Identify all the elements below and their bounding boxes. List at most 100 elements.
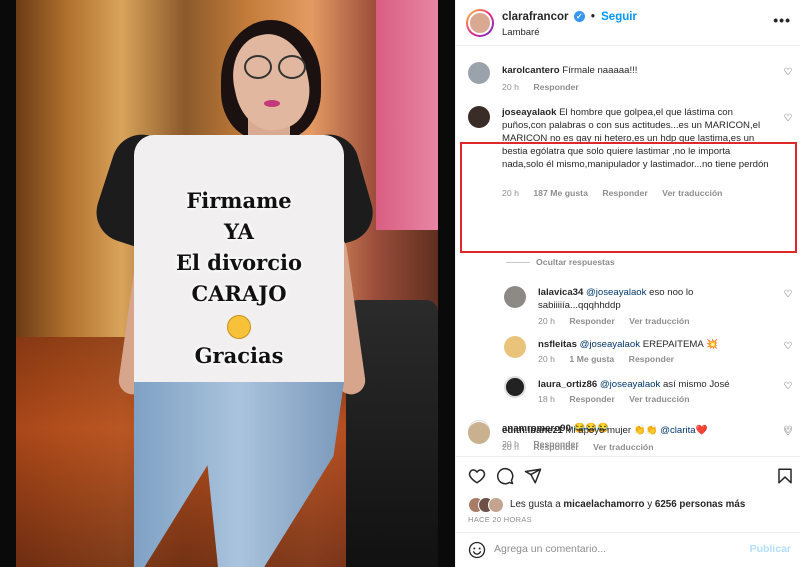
- avatar[interactable]: [504, 376, 526, 398]
- share-icon[interactable]: [524, 467, 542, 485]
- shirt-line-3: El divorcio: [176, 250, 302, 275]
- comment-body: lalavica34 @joseayalaok eso noo lo sabii…: [538, 286, 768, 312]
- shirt-line-2: YA: [224, 219, 254, 244]
- hide-replies-button[interactable]: Ocultar respuestas: [536, 257, 615, 267]
- comment-text: Mi apoyo mujer 👏👏: [565, 425, 658, 436]
- liker-avatars[interactable]: [468, 497, 508, 513]
- comment-time[interactable]: 20 h: [502, 82, 519, 92]
- comment-meta: 20 h Responder Ver traducción: [538, 316, 702, 326]
- heart-icon[interactable]: [468, 467, 486, 485]
- glasses: [244, 55, 308, 79]
- post-location[interactable]: Lambaré: [502, 27, 540, 38]
- reply-item: nsfleitas @joseayalaok EREPAITEMA 💥 20 h…: [456, 336, 800, 368]
- avatar[interactable]: [504, 286, 526, 308]
- comment-mention[interactable]: @clarita❤️: [660, 425, 707, 436]
- likes-count[interactable]: 6256 personas más: [655, 499, 745, 510]
- comment-body: nsfleitas @joseayalaok EREPAITEMA 💥: [538, 338, 768, 351]
- comment-body: edith.ibanez1 Mi apoyo mujer 👏👏 @clarita…: [502, 424, 772, 437]
- heart-icon[interactable]: ♡: [783, 68, 793, 78]
- author-username[interactable]: clarafrancor: [502, 11, 568, 23]
- emoji-icon[interactable]: [468, 541, 486, 559]
- smiling-face-icon: [227, 314, 251, 339]
- person-lips: [264, 100, 280, 107]
- shirt-line-4: CARAJO: [191, 281, 287, 306]
- comment-body: karolcantero Fírmale naaaaa!!!: [502, 64, 772, 77]
- likes-section: Les gusta a micaelachamorro y 6256 perso…: [456, 492, 800, 532]
- comment-time[interactable]: 18 h: [538, 394, 555, 404]
- comment-input[interactable]: Agrega un comentario...: [494, 543, 606, 555]
- reply-button[interactable]: Responder: [533, 442, 578, 452]
- avatar[interactable]: [504, 336, 526, 358]
- comment-username[interactable]: joseayalaok: [502, 107, 556, 118]
- comment-text: Fírmale naaaaa!!!: [562, 65, 638, 76]
- comment-meta: 20 h Responder Ver traducción: [502, 442, 666, 452]
- comments-list[interactable]: karolcantero Fírmale naaaaa!!! 20 h Resp…: [456, 46, 800, 456]
- shirt-line-5: Gracias: [194, 343, 284, 368]
- comment-text: así mismo José: [662, 379, 730, 390]
- post-side-panel: clarafrancor ✓ • Seguir Lambaré ••• karo…: [455, 0, 800, 567]
- post-media-area: Firmame YA El divorcio CARAJO Gracias: [0, 0, 455, 567]
- avatar[interactable]: [466, 9, 494, 37]
- reply-button[interactable]: Responder: [569, 316, 614, 326]
- post-photo[interactable]: Firmame YA El divorcio CARAJO Gracias: [16, 0, 438, 567]
- comment-meta: 18 h Responder Ver traducción: [538, 394, 702, 404]
- comment-likes[interactable]: 1 Me gusta: [569, 354, 614, 364]
- translate-button[interactable]: Ver traducción: [629, 394, 689, 404]
- likes-text: Les gusta a micaelachamorro y 6256 perso…: [510, 499, 745, 510]
- comment-body: laura_ortiz86 @joseayalaok así mismo Jos…: [538, 378, 768, 391]
- comment-composer: Agrega un comentario... Publicar: [456, 532, 800, 567]
- publish-button[interactable]: Publicar: [750, 543, 791, 555]
- comment-username[interactable]: laura_ortiz86: [538, 379, 597, 390]
- bookmark-icon[interactable]: [776, 467, 794, 485]
- heart-icon[interactable]: ♡: [783, 428, 793, 438]
- shirt-emoji: [134, 309, 344, 340]
- avatar[interactable]: [468, 106, 490, 128]
- avatar[interactable]: [468, 62, 490, 84]
- follow-button[interactable]: Seguir: [601, 11, 637, 23]
- comment-meta: 20 h 1 Me gusta Responder: [538, 354, 686, 364]
- photo-pink-cloth: [376, 0, 438, 230]
- comment-mention[interactable]: @joseayalaok: [600, 379, 660, 390]
- comment-username[interactable]: edith.ibanez1: [502, 425, 563, 436]
- avatar: [488, 497, 504, 513]
- comment-meta: 20 h Responder: [502, 82, 591, 92]
- heart-icon[interactable]: ♡: [783, 382, 793, 392]
- post-timestamp[interactable]: HACE 20 HORAS: [468, 515, 532, 524]
- comment-time[interactable]: 20 h: [502, 442, 519, 452]
- reply-item: laura_ortiz86 @joseayalaok así mismo Jos…: [456, 376, 800, 408]
- comment-username[interactable]: karolcantero: [502, 65, 560, 76]
- translate-button[interactable]: Ver traducción: [629, 316, 689, 326]
- comment-mention[interactable]: @joseayalaok: [580, 339, 640, 350]
- heart-icon[interactable]: ♡: [783, 114, 793, 124]
- comment-username[interactable]: nsfleitas: [538, 339, 577, 350]
- comment-username[interactable]: lalavica34: [538, 287, 583, 298]
- liker-username[interactable]: micaelachamorro: [563, 499, 644, 510]
- likes-prefix: Les gusta a: [510, 499, 564, 510]
- comment-mention[interactable]: @joseayalaok: [586, 287, 646, 298]
- hidden-replies-line: [506, 262, 530, 263]
- reply-button[interactable]: Responder: [533, 82, 578, 92]
- reply-button[interactable]: Responder: [629, 354, 674, 364]
- comment-item: karolcantero Fírmale naaaaa!!! 20 h Resp…: [456, 60, 800, 100]
- heart-icon[interactable]: ♡: [783, 342, 793, 352]
- heart-icon[interactable]: ♡: [783, 290, 793, 300]
- post-header: clarafrancor ✓ • Seguir Lambaré •••: [456, 0, 800, 46]
- verified-badge-icon: ✓: [573, 11, 585, 23]
- comment-item: edith.ibanez1 Mi apoyo mujer 👏👏 @clarita…: [456, 420, 800, 454]
- highlight-box: [460, 142, 797, 253]
- reply-item: lalavica34 @joseayalaok eso noo lo sabii…: [456, 284, 800, 326]
- header-user-row: clarafrancor ✓ • Seguir: [502, 11, 637, 23]
- shirt-line-1: Firmame: [186, 188, 292, 213]
- post-actions-bar: [456, 456, 800, 492]
- translate-button[interactable]: Ver traducción: [593, 442, 653, 452]
- avatar[interactable]: [468, 422, 490, 444]
- comment-time[interactable]: 20 h: [538, 316, 555, 326]
- comment-text: EREPAITEMA 💥: [642, 339, 718, 350]
- reply-button[interactable]: Responder: [569, 394, 614, 404]
- shirt-text: Firmame YA El divorcio CARAJO Gracias: [134, 185, 344, 371]
- likes-middle: y: [644, 499, 655, 510]
- comment-icon[interactable]: [496, 467, 514, 485]
- more-options-icon[interactable]: •••: [773, 12, 791, 28]
- separator-dot: •: [590, 11, 595, 23]
- comment-time[interactable]: 20 h: [538, 354, 555, 364]
